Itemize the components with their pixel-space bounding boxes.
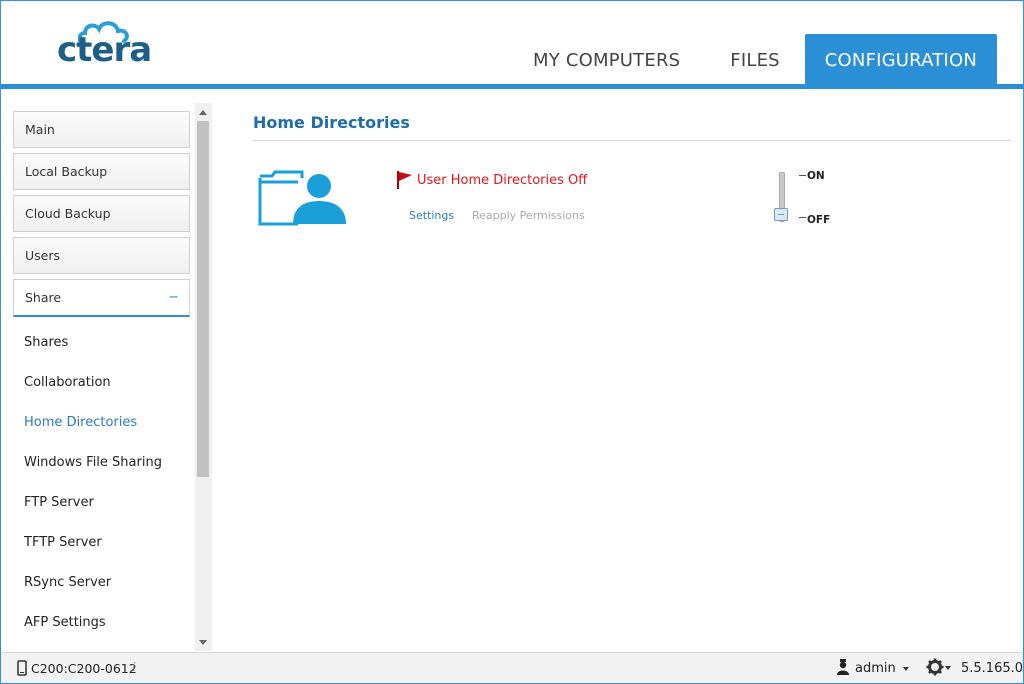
status-bar: C200:C200-0612 i admin 5.5.165.0 [1,652,1023,683]
status-text: User Home Directories Off [417,173,588,188]
logo-text: ctera [57,30,152,70]
chevron-down-icon[interactable] [903,667,909,671]
toggle-on-label: ON [807,170,825,182]
scroll-up-icon[interactable] [199,110,207,115]
sidebar-section-share[interactable]: Share − [13,279,190,317]
main-nav: MY COMPUTERS FILES CONFIGURATION [508,34,997,86]
scroll-down-icon[interactable] [199,640,207,645]
ctera-logo: ctera [57,19,157,70]
device-icon [17,660,27,676]
sidebar-section-label: Cloud Backup [25,206,111,221]
sidebar-item-home-directories[interactable]: Home Directories [24,415,137,430]
tab-files[interactable]: FILES [705,34,805,86]
tab-my-computers[interactable]: MY COMPUTERS [508,34,705,86]
sidebar-item-ftp-server[interactable]: FTP Server [24,495,94,510]
version-label: 5.5.165.0 [961,661,1024,676]
sidebar-item-afp-settings[interactable]: AFP Settings [24,615,106,630]
title-divider [253,140,1011,141]
home-folder-user-icon [258,170,346,226]
toggle-knob[interactable] [774,208,788,221]
tick-off [799,217,806,218]
sidebar-item-rsync-server[interactable]: RSync Server [24,575,111,590]
scroll-thumb[interactable] [197,121,209,477]
sidebar-section-label: Main [25,122,55,137]
sidebar-section-label: Users [25,248,61,263]
info-icon[interactable]: i [132,660,136,674]
user-menu[interactable]: admin [855,661,896,676]
toggle-off-label: OFF [807,214,831,226]
sidebar: Main Local Backup Cloud Backup Users Sha… [1,103,211,651]
home-directories-toggle[interactable]: ON OFF [772,170,832,230]
device-name: C200:C200-0612 [31,661,137,676]
collapse-icon[interactable]: − [168,280,179,315]
sidebar-section-cloud-backup[interactable]: Cloud Backup [13,195,190,232]
flag-icon [397,171,412,189]
chevron-down-icon[interactable] [945,666,951,670]
header: ctera MY COMPUTERS FILES CONFIGURATION [1,1,1023,86]
sidebar-section-users[interactable]: Users [13,237,190,274]
tick-on [799,175,806,176]
sidebar-item-windows-file-sharing[interactable]: Windows File Sharing [24,455,162,470]
gear-icon[interactable] [926,658,944,676]
sidebar-item-tftp-server[interactable]: TFTP Server [24,535,102,550]
sidebar-scrollbar[interactable] [195,103,212,651]
sidebar-section-local-backup[interactable]: Local Backup [13,153,190,190]
page-title: Home Directories [253,113,410,132]
header-accent-bar [1,84,1023,89]
sidebar-section-label: Share [25,290,62,305]
sidebar-section-label: Local Backup [25,164,108,179]
sidebar-item-collaboration[interactable]: Collaboration [24,375,111,390]
sidebar-item-shares[interactable]: Shares [24,335,68,350]
reapply-permissions-link: Reapply Permissions [472,209,585,222]
tab-configuration[interactable]: CONFIGURATION [804,34,997,86]
user-icon [837,659,849,675]
sidebar-section-main[interactable]: Main [13,111,190,148]
settings-link[interactable]: Settings [409,209,454,222]
